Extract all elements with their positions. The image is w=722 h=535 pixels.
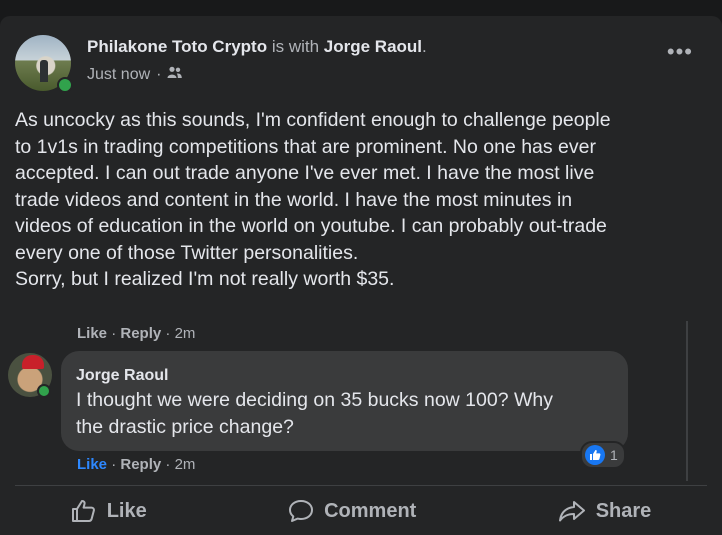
friends-icon[interactable] <box>167 66 183 84</box>
share-icon <box>558 499 586 523</box>
post-time[interactable]: Just now <box>87 66 150 84</box>
comment-icon <box>288 499 314 523</box>
post-meta: Just now · <box>87 66 183 84</box>
post-action-bar: Like Comment Share <box>0 487 722 535</box>
with-text: is with <box>271 37 320 56</box>
share-button[interactable]: Share <box>558 499 652 523</box>
reply-link[interactable]: Reply <box>120 325 161 342</box>
comment-like-link[interactable]: Like <box>77 456 107 473</box>
separator-dot: · <box>111 325 117 342</box>
post-author-line: Philakone Toto Crypto is with Jorge Raou… <box>87 37 427 57</box>
like-icon <box>71 499 97 523</box>
separator-dot: · <box>165 456 171 473</box>
thumbs-up-icon <box>585 445 605 465</box>
thread-line <box>686 321 688 481</box>
separator-dot: · <box>111 456 117 473</box>
post-reply-actions: Like · Reply · 2m <box>77 325 195 342</box>
reaction-count-badge[interactable]: 1 <box>580 441 626 469</box>
like-link[interactable]: Like <box>77 325 107 342</box>
comment-bubble: Jorge Raoul I thought we were deciding o… <box>61 351 628 451</box>
comment-reply-link[interactable]: Reply <box>120 456 161 473</box>
comment-button[interactable]: Comment <box>288 499 416 523</box>
comment-time[interactable]: 2m <box>175 456 196 473</box>
like-button-label: Like <box>106 499 147 522</box>
commenter-name[interactable]: Jorge Raoul <box>76 367 168 385</box>
divider <box>15 485 707 486</box>
tagged-name[interactable]: Jorge Raoul <box>324 37 422 56</box>
separator-dot: · <box>156 66 162 83</box>
comment-actions: Like · Reply · 2m <box>77 456 195 473</box>
comment-text: I thought we were deciding on 35 bucks n… <box>76 389 553 438</box>
online-status-icon <box>57 77 73 93</box>
post-header: Philakone Toto Crypto is with Jorge Raou… <box>15 35 705 95</box>
author-name[interactable]: Philakone Toto Crypto <box>87 37 267 56</box>
comment-button-label: Comment <box>324 499 417 522</box>
share-button-label: Share <box>595 499 652 522</box>
like-button[interactable]: Like <box>71 499 147 523</box>
online-status-icon <box>37 384 51 398</box>
separator-dot: · <box>165 325 171 342</box>
reaction-count: 1 <box>610 447 618 463</box>
tagged-period: . <box>422 37 427 56</box>
more-options-icon[interactable]: ••• <box>667 41 693 63</box>
post-card: Philakone Toto Crypto is with Jorge Raou… <box>0 16 722 535</box>
post-body: As uncocky as this sounds, I'm confident… <box>15 109 611 290</box>
action-time[interactable]: 2m <box>175 325 196 342</box>
